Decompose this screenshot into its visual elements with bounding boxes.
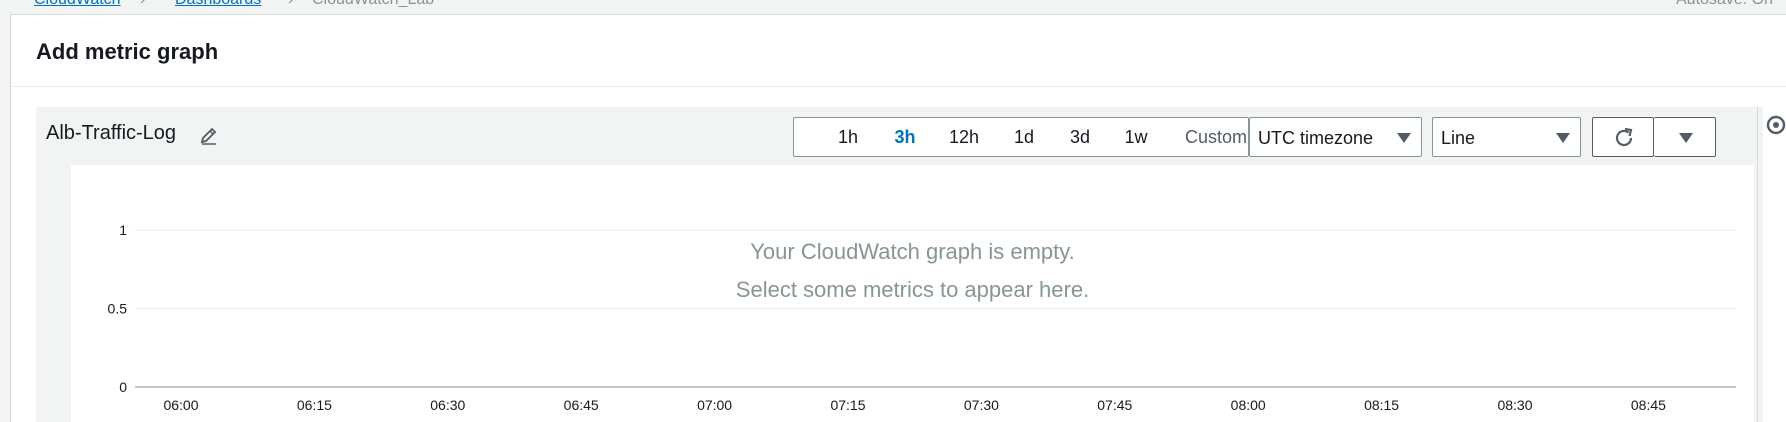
range-custom-button[interactable]: Custom xyxy=(1178,118,1254,156)
breadcrumb-current: CloudWatch_Lab xyxy=(312,0,434,9)
graph-type-value: Line xyxy=(1441,128,1476,148)
refresh-button[interactable] xyxy=(1592,117,1654,157)
breadcrumb-cloudwatch-link[interactable]: CloudWatch xyxy=(34,0,121,9)
breadcrumb-separator: › xyxy=(288,0,293,9)
timezone-select[interactable]: UTC timezone xyxy=(1249,117,1422,157)
refresh-icon xyxy=(1615,127,1633,147)
x-tick-label: 07:30 xyxy=(964,397,999,413)
x-tick-label: 07:45 xyxy=(1097,397,1132,413)
y-tick-label: 0 xyxy=(119,379,127,395)
x-tick-label: 07:00 xyxy=(697,397,732,413)
range-1d-button[interactable]: 1d xyxy=(1006,118,1042,156)
modal-title: Add metric graph xyxy=(36,39,219,64)
empty-graph-hint: Select some metrics to appear here. xyxy=(735,277,1090,302)
breadcrumb-separator: › xyxy=(140,0,145,9)
range-3d-button[interactable]: 3d xyxy=(1061,118,1099,156)
y-tick-label: 1 xyxy=(119,222,127,238)
side-divider xyxy=(1757,106,1758,422)
caret-down-icon xyxy=(1397,133,1411,143)
breadcrumb: CloudWatch › Dashboards › CloudWatch_Lab… xyxy=(0,0,1786,12)
graph-title: Alb-Traffic-Log xyxy=(46,122,177,144)
caret-down-icon xyxy=(1679,133,1693,143)
x-tick-label: 06:30 xyxy=(430,397,465,413)
graph-actions-dropdown-button[interactable] xyxy=(1654,117,1716,157)
empty-graph-message: Your CloudWatch graph is empty. xyxy=(750,239,1075,264)
graph-canvas: 0 0.5 1 06:00 06:15 06:30 06:45 07:00 07:15 07:30… xyxy=(71,165,1754,422)
autosave-status: Autosave: On xyxy=(1676,0,1773,9)
timezone-value: UTC timezone xyxy=(1258,128,1374,148)
add-metric-graph-modal: Add metric graph Alb-Traffic-Log 1h 3h 1… xyxy=(10,14,1786,422)
pencil-icon[interactable] xyxy=(198,124,220,146)
settings-icon[interactable] xyxy=(1763,112,1786,138)
caret-down-icon xyxy=(1556,133,1570,143)
x-tick-label: 06:45 xyxy=(564,397,599,413)
x-tick-label: 08:00 xyxy=(1231,397,1266,413)
x-tick-label: 07:15 xyxy=(830,397,865,413)
range-1h-button[interactable]: 1h xyxy=(830,118,866,156)
x-tick-label: 08:15 xyxy=(1364,397,1399,413)
x-tick-label: 08:45 xyxy=(1631,397,1666,413)
modal-header: Add metric graph xyxy=(11,15,1786,87)
x-tick-label: 08:30 xyxy=(1497,397,1532,413)
x-tick-label: 06:00 xyxy=(163,397,198,413)
range-12h-button[interactable]: 12h xyxy=(943,118,985,156)
time-range-selector: 1h 3h 12h 1d 3d 1w Custom xyxy=(793,117,1279,157)
range-3h-button[interactable]: 3h xyxy=(885,118,925,156)
breadcrumb-dashboards-link[interactable]: Dashboards xyxy=(175,0,261,9)
graph-type-select[interactable]: Line xyxy=(1432,117,1581,157)
x-tick-label: 06:15 xyxy=(297,397,332,413)
graph-panel: Alb-Traffic-Log 1h 3h 12h 1d 3d 1w Custo… xyxy=(36,107,1763,422)
range-1w-button[interactable]: 1w xyxy=(1117,118,1155,156)
